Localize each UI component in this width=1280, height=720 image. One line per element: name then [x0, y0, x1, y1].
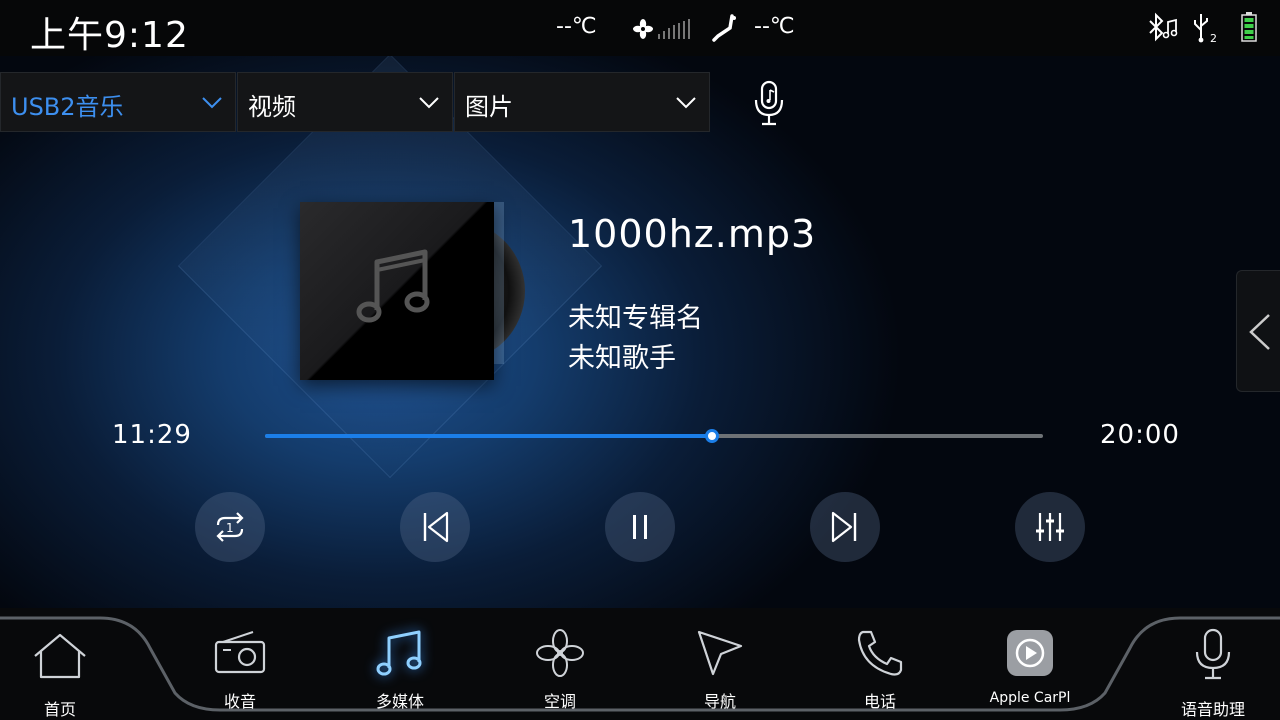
dock-item-phone[interactable]: 电话: [825, 616, 935, 716]
album-name: 未知专辑名: [568, 303, 703, 334]
usb-icon: 2: [1192, 12, 1222, 48]
navigation-arrow-icon: [665, 628, 775, 688]
dock-item-multimedia[interactable]: 多媒体: [345, 616, 455, 716]
dock-item-label: 导航: [703, 692, 736, 711]
svg-text:1: 1: [226, 521, 234, 535]
total-time: 20:00: [1100, 420, 1180, 450]
battery-icon: [1241, 12, 1257, 46]
dock-item-radio[interactable]: 收音: [185, 616, 295, 716]
pause-button[interactable]: [605, 492, 675, 562]
dock-item-label: 电话: [863, 692, 896, 711]
voice-music-search-button[interactable]: [750, 80, 790, 126]
carplay-icon: [975, 628, 1085, 688]
equalizer-button[interactable]: [1015, 492, 1085, 562]
usb-port-number: 2: [1210, 32, 1217, 44]
elapsed-time: 11:29: [112, 420, 192, 450]
phone-icon: [825, 628, 935, 688]
progress-knob[interactable]: [704, 429, 719, 443]
bluetooth-music-icon: [1146, 12, 1180, 48]
track-title: 1000hz.mp3: [568, 212, 817, 256]
dock-item-label: 语音助理: [1180, 700, 1245, 719]
temperature-right: --℃: [754, 14, 795, 39]
dock-item-label: 首页: [43, 700, 76, 719]
progress-fill: [265, 434, 712, 438]
previous-track-button[interactable]: [400, 492, 470, 562]
dock-item-navigation[interactable]: 导航: [665, 616, 775, 716]
chevron-down-icon: [675, 95, 697, 114]
clock: 上午9:12: [30, 15, 189, 56]
source-dropdown-label: 视频: [248, 93, 296, 121]
temperature-left: --℃: [556, 14, 597, 39]
source-dropdown-pictures[interactable]: 图片: [454, 72, 710, 132]
fan-icon: [505, 628, 615, 688]
fan-icon: [632, 18, 654, 44]
source-dropdown-video[interactable]: 视频: [237, 72, 453, 132]
next-track-button[interactable]: [810, 492, 880, 562]
album-art: [300, 202, 494, 380]
bottom-dock: 首页 收音 多媒体 空调 导航 电话 Apple CarPl 语音助理: [0, 608, 1280, 720]
music-note-icon: [345, 628, 455, 688]
media-player-panel: USB2音乐 视频 图片 1000hz.mp3 未知专辑名 未知歌手 11:29…: [0, 56, 1280, 608]
microphone-icon: [1158, 628, 1268, 688]
source-dropdown-usb-music[interactable]: USB2音乐: [0, 72, 236, 132]
dock-item-carplay[interactable]: Apple CarPl: [975, 616, 1087, 716]
repeat-button[interactable]: 1: [195, 492, 265, 562]
status-bar: 上午9:12 --℃ --℃ 2: [0, 0, 1280, 56]
album-edge-decoration: [494, 202, 504, 364]
side-panel-toggle[interactable]: [1236, 270, 1280, 392]
dock-item-label: 收音: [223, 692, 256, 711]
dock-item-climate[interactable]: 空调: [505, 616, 615, 716]
source-dropdown-label: 图片: [465, 93, 513, 121]
dock-item-label: Apple CarPl: [989, 690, 1071, 706]
progress-slider[interactable]: [265, 429, 1043, 443]
artist-name: 未知歌手: [568, 343, 676, 374]
dock-item-voice-assistant[interactable]: 语音助理: [1158, 616, 1268, 719]
fan-level-bars-icon: [658, 18, 692, 44]
radio-icon: [185, 628, 295, 688]
dock-item-home[interactable]: 首页: [5, 616, 115, 719]
seat-icon: [712, 14, 740, 48]
chevron-down-icon: [418, 95, 440, 114]
chevron-down-icon: [201, 95, 223, 114]
dock-item-label: 多媒体: [375, 692, 424, 711]
microphone-music-icon: [750, 80, 790, 130]
source-dropdown-label: USB2音乐: [11, 93, 124, 121]
dock-item-label: 空调: [543, 692, 576, 711]
home-icon: [5, 632, 115, 692]
